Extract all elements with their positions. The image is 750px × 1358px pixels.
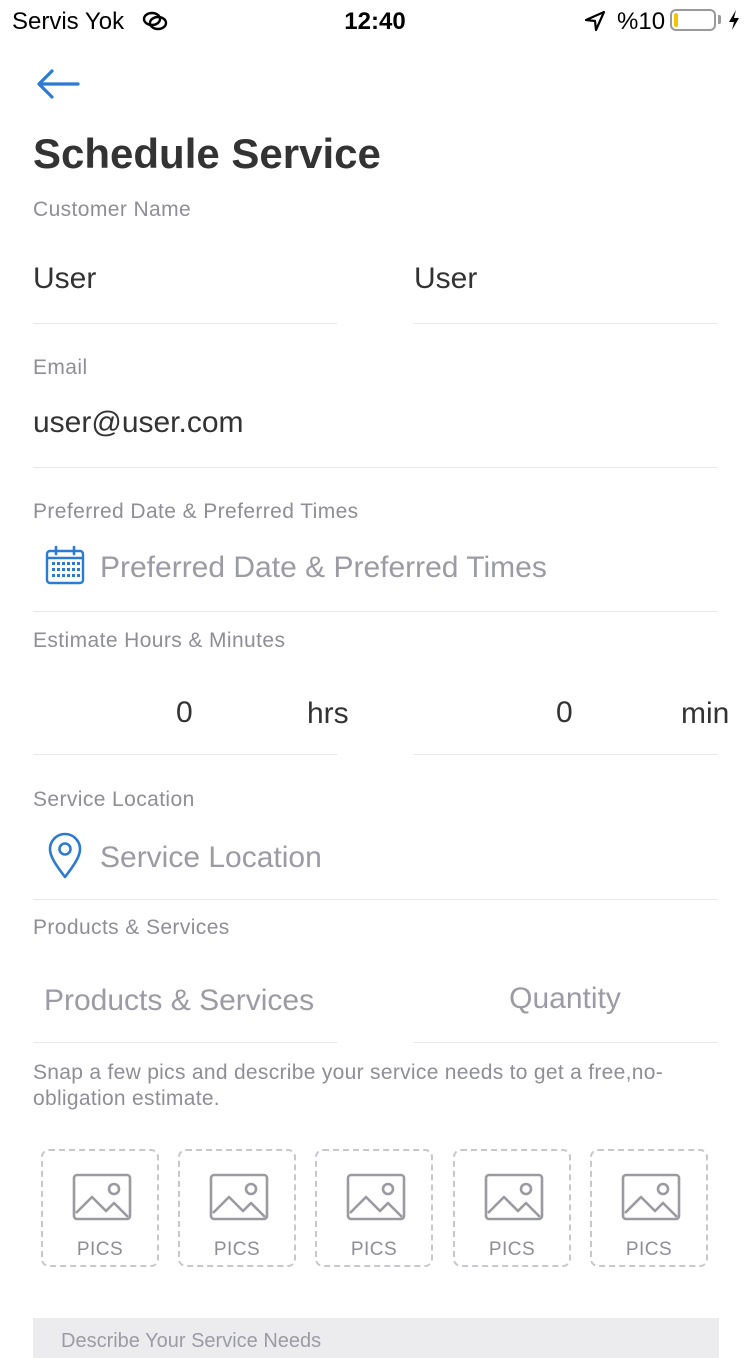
- add-photo-button-5[interactable]: PICS: [590, 1149, 708, 1267]
- products-divider: [33, 1042, 337, 1043]
- email-value: user@user.com: [33, 406, 244, 439]
- minutes-field[interactable]: 0 min: [413, 670, 729, 750]
- pic-label: PICS: [76, 1239, 124, 1260]
- back-button[interactable]: [34, 66, 82, 102]
- email-field[interactable]: user@user.com: [33, 390, 717, 462]
- email-divider: [33, 467, 717, 468]
- first-name-divider: [33, 323, 337, 324]
- estimate-label: Estimate Hours & Minutes: [33, 629, 286, 652]
- link-icon: [142, 10, 168, 32]
- service-location-placeholder: Service Location: [100, 841, 322, 874]
- calendar-icon: [45, 545, 85, 590]
- service-description-field[interactable]: Describe Your Service Needs: [33, 1318, 719, 1358]
- image-icon: [346, 1173, 406, 1221]
- battery-percentage: %10: [617, 8, 666, 35]
- hours-divider: [33, 754, 337, 755]
- image-icon: [621, 1173, 681, 1221]
- products-field[interactable]: Products & Services: [33, 960, 337, 1038]
- add-photo-button-4[interactable]: PICS: [453, 1149, 571, 1267]
- service-location-label: Service Location: [33, 788, 195, 811]
- service-description-placeholder: Describe Your Service Needs: [61, 1330, 322, 1352]
- hours-field[interactable]: 0 hrs: [33, 670, 349, 750]
- last-name-field[interactable]: User: [413, 240, 717, 320]
- last-name-divider: [413, 323, 717, 324]
- minutes-unit: min: [681, 697, 730, 730]
- arrow-left-icon: [37, 69, 80, 99]
- add-photo-button-2[interactable]: PICS: [178, 1149, 296, 1267]
- location-arrow-icon: [584, 10, 606, 32]
- image-icon: [72, 1173, 132, 1221]
- preferred-date-divider: [33, 611, 717, 612]
- pic-label: PICS: [625, 1239, 673, 1260]
- add-photo-button-1[interactable]: PICS: [41, 1149, 159, 1267]
- minutes-value: 0: [556, 696, 573, 729]
- quantity-divider: [413, 1042, 717, 1043]
- image-icon: [209, 1173, 269, 1221]
- battery-cap: [718, 15, 721, 24]
- minutes-divider: [413, 754, 717, 755]
- location-pin-icon: [47, 832, 83, 885]
- add-photo-button-3[interactable]: PICS: [315, 1149, 433, 1267]
- customer-name-label: Customer Name: [33, 198, 192, 221]
- service-location-field[interactable]: Service Location: [33, 825, 717, 897]
- products-placeholder: Products & Services: [44, 984, 315, 1017]
- page-title: Schedule Service: [33, 130, 381, 177]
- carrier-label: Servis Yok: [12, 8, 125, 35]
- first-name-value: User: [33, 262, 97, 295]
- first-name-field[interactable]: User: [33, 240, 337, 320]
- image-icon: [484, 1173, 544, 1221]
- pic-label: PICS: [350, 1239, 398, 1260]
- instructions-text: Snap a few pics and describe your servic…: [33, 1061, 664, 1110]
- hours-unit: hrs: [307, 697, 349, 730]
- battery-level-fill: [674, 13, 678, 27]
- pic-label: PICS: [213, 1239, 261, 1260]
- products-label: Products & Services: [33, 916, 230, 939]
- charging-bolt-icon: [727, 9, 741, 31]
- preferred-date-label: Preferred Date & Preferred Times: [33, 500, 359, 523]
- quantity-placeholder: Quantity: [509, 982, 621, 1015]
- quantity-field[interactable]: Quantity: [413, 960, 717, 1038]
- preferred-date-placeholder: Preferred Date & Preferred Times: [100, 551, 547, 584]
- last-name-value: User: [414, 262, 478, 295]
- pic-label: PICS: [488, 1239, 536, 1260]
- preferred-date-field[interactable]: Preferred Date & Preferred Times: [33, 535, 717, 607]
- email-label: Email: [33, 356, 88, 379]
- service-location-divider: [33, 899, 717, 900]
- battery-icon: [670, 9, 716, 31]
- hours-value: 0: [176, 696, 193, 729]
